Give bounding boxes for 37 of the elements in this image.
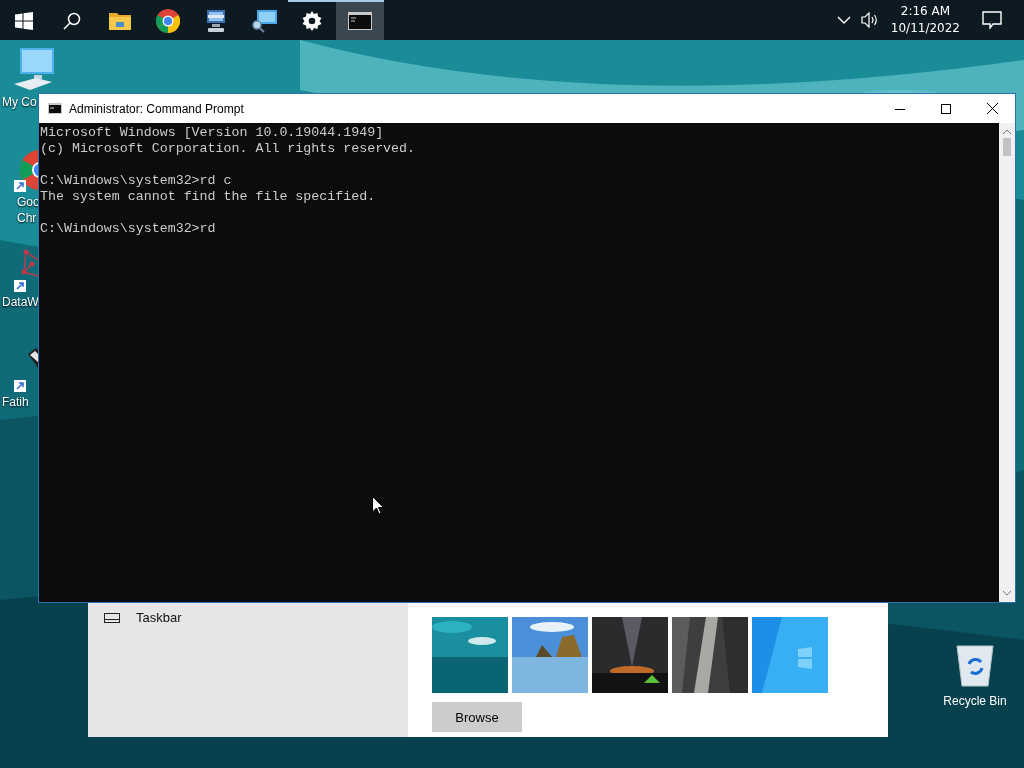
taskbar-app-button[interactable] [336, 0, 384, 40]
recycle-bin-label: Recycle Bin [943, 694, 1007, 708]
taskbar-icon [104, 612, 120, 623]
console-icon [348, 12, 372, 30]
desktop-icon-label: DataW [1, 294, 39, 310]
scroll-down-icon[interactable] [1003, 591, 1011, 596]
folder-icon [109, 12, 131, 30]
monitor-keyboard-icon [204, 9, 228, 33]
console-line: The system cannot find the file specified. [40, 189, 377, 205]
console-line: C:\Windows\system32>rd [40, 221, 217, 237]
scrollbar[interactable] [999, 123, 1015, 602]
speaker-icon[interactable] [860, 12, 879, 28]
monitor-magnifier-icon [251, 9, 277, 33]
desktop-icon-label: My Co [1, 94, 37, 110]
close-icon [986, 103, 998, 114]
console-icon [48, 103, 62, 114]
browse-button[interactable]: Browse [432, 702, 522, 732]
maximize-icon [941, 103, 951, 114]
desktop-icon-label: Goo Chr [16, 194, 40, 226]
chevron-up-icon[interactable] [836, 15, 851, 25]
scroll-up-icon[interactable] [1003, 129, 1011, 134]
clock-date[interactable]: 10/11/2022 [890, 20, 960, 37]
computer-icon[interactable] [12, 48, 56, 90]
scrollbar-thumb[interactable] [1003, 138, 1011, 156]
console-line: Microsoft Windows [Version 10.0.19044.1949] [40, 125, 385, 141]
search-icon [63, 12, 81, 30]
settings-icon [302, 11, 322, 31]
console-line: (c) Microsoft Corporation. All rights reserved. [40, 141, 417, 157]
desktop-icon-label: Fatih [1, 394, 29, 410]
windows-logo-icon [15, 12, 33, 30]
console-line: C:\Windows\system32>rd c [40, 173, 233, 189]
notification-icon[interactable] [982, 11, 1002, 29]
clock-time[interactable]: 2:16 AM [900, 3, 951, 20]
window-title: Administrator: Command Prompt [69, 101, 244, 116]
cursor-icon [372, 496, 384, 515]
chrome-icon [156, 9, 180, 33]
sidebar-item[interactable]: Taskbar [88, 610, 408, 625]
